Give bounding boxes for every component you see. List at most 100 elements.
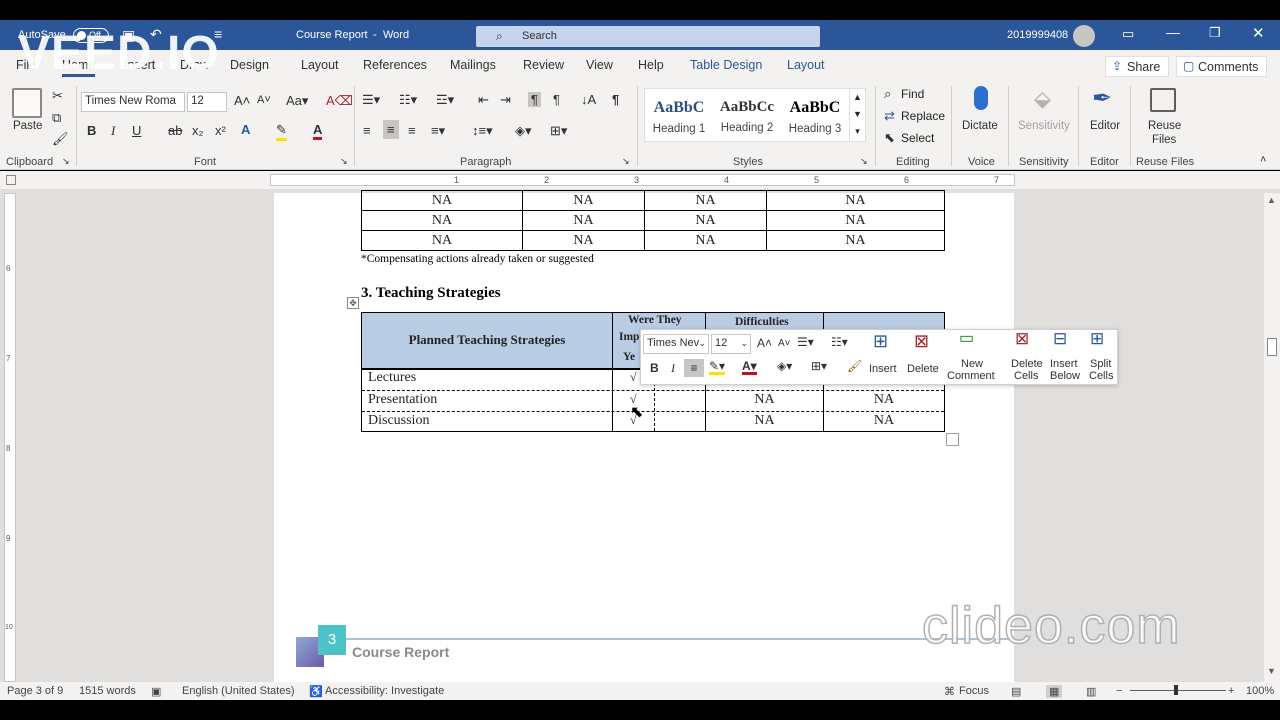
format-painter-icon[interactable]: 🖌 [847, 360, 862, 372]
table-cell[interactable]: NA [706, 413, 823, 429]
share-button[interactable]: ⇪ Share [1105, 56, 1169, 77]
horizontal-ruler[interactable]: 1 2 3 4 5 6 7 [270, 174, 1015, 186]
tab-selector-icon[interactable] [6, 175, 16, 185]
format-painter-icon[interactable]: 🖌 [52, 131, 69, 147]
paste-icon[interactable] [12, 88, 42, 118]
style-heading-3[interactable]: AaBbC Heading 3 [781, 89, 849, 141]
font-color-icon[interactable]: A▾ [742, 360, 757, 375]
superscript-icon[interactable]: x² [215, 123, 226, 138]
shading-icon[interactable]: ◈▾ [515, 123, 532, 139]
row-lectures[interactable]: Lectures [368, 370, 416, 386]
cut-icon[interactable]: ✂ [52, 88, 63, 104]
shrink-font-icon[interactable]: A˅ [257, 94, 271, 106]
minimize-icon[interactable]: — [1166, 24, 1180, 40]
tab-design[interactable]: Design [230, 58, 269, 72]
restore-icon[interactable]: ❐ [1209, 25, 1221, 41]
justify-icon[interactable]: ≡▾ [431, 123, 445, 139]
strikethrough-icon[interactable]: ab [168, 123, 182, 138]
styles-scroll[interactable]: ▲ ▼ ▾ [849, 89, 865, 141]
table-cell[interactable]: NA [522, 230, 645, 251]
microphone-icon[interactable] [974, 86, 988, 110]
tab-help[interactable]: Help [638, 58, 664, 72]
rtl-icon[interactable]: ¶ [553, 92, 560, 107]
split-cells-label-2[interactable]: Cells [1089, 370, 1113, 382]
page-count[interactable]: Page 3 of 9 [7, 685, 63, 697]
table-cell[interactable]: NA [361, 190, 523, 211]
word-count[interactable]: 1515 words [79, 685, 136, 697]
avatar[interactable] [1073, 25, 1095, 47]
decrease-indent-icon[interactable]: ⇤ [478, 92, 489, 108]
table-cell[interactable]: NA [824, 413, 944, 429]
delete-cells-icon[interactable]: ⊠ [1015, 330, 1029, 347]
ltr-icon[interactable]: ¶ [528, 92, 541, 107]
select-button[interactable]: Select [901, 131, 934, 145]
check-mark[interactable]: √ [630, 370, 637, 385]
multilevel-list-icon[interactable]: ☲▾ [436, 92, 454, 108]
text-effects-icon[interactable]: A [241, 122, 250, 137]
table-cell[interactable]: NA [644, 190, 767, 211]
collapse-ribbon-icon[interactable]: ˄ [1260, 154, 1266, 166]
table-move-handle-icon[interactable]: ✥ [347, 297, 359, 309]
tab-review[interactable]: Review [523, 58, 564, 72]
split-cells-icon[interactable]: ⊞ [1090, 330, 1104, 347]
grow-font-icon[interactable]: A˄ [757, 337, 772, 349]
zoom-in-icon[interactable]: + [1228, 685, 1234, 697]
bullets-icon[interactable]: ☰▾ [797, 336, 814, 348]
table-cell[interactable]: NA [644, 230, 767, 251]
sort-icon[interactable]: ↓A [581, 92, 596, 107]
comments-button[interactable]: ▢ Comments [1176, 56, 1267, 77]
reuse-label-2[interactable]: Files [1152, 133, 1176, 147]
zoom-out-icon[interactable]: − [1116, 685, 1122, 697]
table-cell[interactable]: NA [361, 210, 523, 231]
reuse-label-1[interactable]: Reuse [1148, 119, 1181, 133]
row-presentation[interactable]: Presentation [368, 392, 437, 408]
borders-icon[interactable]: ⊞▾ [811, 360, 827, 372]
table-cell[interactable]: NA [522, 190, 645, 211]
show-marks-icon[interactable]: ¶ [612, 92, 619, 107]
tab-references[interactable]: References [363, 58, 427, 72]
tab-mailings[interactable]: Mailings [450, 58, 496, 72]
tab-table-design[interactable]: Table Design [690, 58, 762, 72]
insert-label[interactable]: Insert [869, 363, 897, 375]
italic-icon[interactable]: I [111, 123, 115, 139]
copy-icon[interactable]: ⧉ [52, 110, 61, 126]
styles-gallery[interactable]: AaBbC Heading 1 AaBbCc Heading 2 AaBbC H… [644, 88, 866, 142]
highlight-icon[interactable]: ✎ [276, 122, 287, 141]
dialog-launcher-icon[interactable]: ↘ [62, 156, 70, 167]
table-cell[interactable]: NA [522, 210, 645, 231]
change-case-icon[interactable]: Aa▾ [286, 93, 308, 109]
focus-button[interactable]: Focus [959, 685, 989, 697]
italic-icon[interactable]: I [671, 362, 675, 374]
numbering-icon[interactable]: ☷▾ [831, 336, 848, 348]
new-comment-icon[interactable]: ▭ [959, 331, 974, 347]
insert-below-label-2[interactable]: Below [1050, 370, 1080, 382]
scroll-up-icon[interactable]: ▲ [1267, 195, 1276, 205]
table-cell[interactable]: NA [361, 230, 523, 251]
highlight-icon[interactable]: ✎▾ [709, 360, 726, 375]
scroll-down-icon[interactable]: ▼ [1267, 666, 1276, 676]
insert-below-icon[interactable]: ⊟ [1053, 330, 1067, 347]
tab-view[interactable]: View [586, 58, 613, 72]
new-comment-label-2[interactable]: Comment [947, 370, 995, 382]
table-cell[interactable]: NA [766, 190, 945, 211]
bold-icon[interactable]: B [650, 362, 659, 374]
clear-formatting-icon[interactable]: A⌫ [326, 93, 353, 109]
dialog-launcher-icon[interactable]: ↘ [860, 156, 868, 167]
delete-cells-label-2[interactable]: Cells [1014, 370, 1038, 382]
increase-indent-icon[interactable]: ⇥ [500, 92, 511, 108]
shrink-font-icon[interactable]: A˅ [778, 338, 791, 350]
insert-table-icon[interactable]: ⊞ [873, 332, 888, 350]
style-heading-2[interactable]: AaBbCc Heading 2 [713, 89, 781, 141]
read-mode-icon[interactable]: ▤ [1011, 685, 1021, 698]
reuse-files-icon[interactable] [1150, 88, 1176, 112]
print-layout-icon[interactable]: ▦ [1046, 685, 1063, 698]
font-color-icon[interactable]: A [313, 122, 323, 140]
scroll-thumb[interactable] [1267, 338, 1277, 356]
replace-button[interactable]: Replace [901, 109, 945, 123]
style-heading-1[interactable]: AaBbC Heading 1 [645, 89, 713, 141]
zoom-slider[interactable] [1130, 690, 1226, 691]
insert-below-label-1[interactable]: Insert [1050, 358, 1078, 370]
line-spacing-icon[interactable]: ↕≡▾ [472, 123, 493, 139]
bold-icon[interactable]: B [87, 123, 96, 138]
underline-icon[interactable]: U [132, 123, 141, 138]
